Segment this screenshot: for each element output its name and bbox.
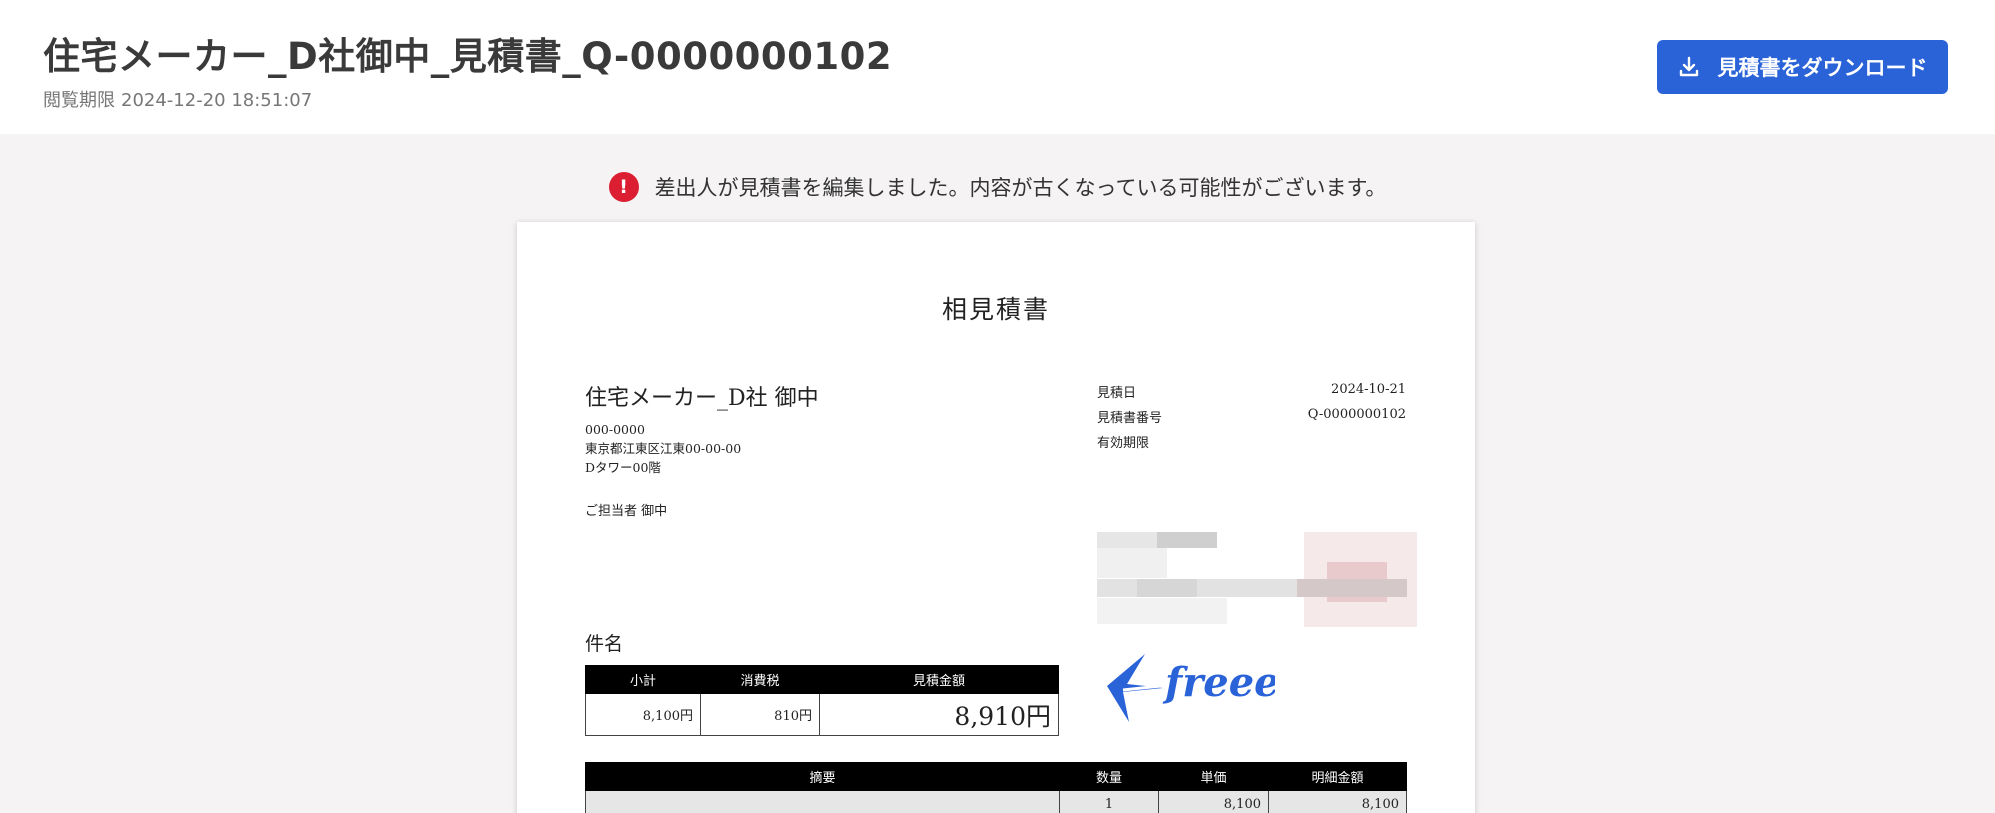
edit-notice-text: 差出人が見積書を編集しました。内容が古くなっている可能性がございます。 (654, 176, 1387, 200)
items-header: 摘要 (585, 762, 1060, 791)
tax-value: 810円 (700, 693, 820, 736)
item-unit-price: 8,100 (1158, 790, 1269, 813)
meta-number-label: 見積書番号 (1097, 411, 1163, 426)
items-table: 摘要 数量 単価 明細金額 1 8,100 8,100 (585, 762, 1407, 813)
meta-valid-label: 有効期限 (1097, 436, 1150, 451)
summary-header: 小計 (585, 665, 701, 694)
recipient-name: 住宅メーカー_D社 御中 (585, 386, 819, 411)
meta-date-row: 見積日 2024-10-21 (1097, 382, 1406, 407)
items-header: 数量 (1059, 762, 1159, 791)
subtotal-value: 8,100円 (585, 693, 701, 736)
recipient-address-2: Dタワー00階 (585, 460, 661, 475)
recipient-address-1: 東京都江東区江東00-00-00 (585, 441, 742, 456)
subject-label: 件名 (585, 633, 624, 655)
expiry-value: 2024-12-20 18:51:07 (121, 90, 313, 111)
sender-info-blurred (1097, 532, 1417, 627)
page-title: 住宅メーカー_D社御中_見積書_Q-0000000102 (43, 35, 893, 78)
summary-header: 消費税 (700, 665, 820, 694)
edit-notice: ! 差出人が見積書を編集しました。内容が古くなっている可能性がございます。 (0, 172, 1995, 202)
download-button[interactable]: 見積書をダウンロード (1657, 40, 1948, 94)
recipient-contact: ご担当者 御中 (585, 504, 668, 519)
table-row: 1 8,100 8,100 (585, 790, 1407, 813)
summary-table: 小計 消費税 見積金額 8,100円 810円 8,910円 (585, 665, 1059, 736)
recipient-block: 住宅メーカー_D社 御中 000-0000 東京都江東区江東00-00-00 D… (585, 380, 819, 519)
summary-header: 見積金額 (819, 665, 1059, 694)
quote-document: 相見積書 住宅メーカー_D社 御中 000-0000 東京都江東区江東00-00… (517, 222, 1475, 813)
expiry-label: 閲覧期限 (43, 90, 115, 111)
quote-meta: 見積日 2024-10-21 見積書番号 Q-0000000102 有効期限 (1097, 382, 1406, 457)
meta-date-label: 見積日 (1097, 386, 1137, 401)
header-bar: 住宅メーカー_D社御中_見積書_Q-0000000102 閲覧期限 2024-12… (0, 0, 1995, 134)
total-value: 8,910円 (819, 693, 1059, 736)
item-amount: 8,100 (1268, 790, 1407, 813)
alert-icon: ! (608, 172, 639, 202)
freee-logo-text: freee (1162, 659, 1275, 706)
freee-logo-icon: freee (1107, 654, 1280, 722)
items-header: 明細金額 (1268, 762, 1407, 791)
recipient-postal: 000-0000 (585, 422, 645, 437)
meta-number-value: Q-0000000102 (1307, 407, 1406, 422)
meta-number-row: 見積書番号 Q-0000000102 (1097, 407, 1406, 432)
meta-date-value: 2024-10-21 (1331, 382, 1406, 397)
item-quantity: 1 (1059, 790, 1159, 813)
document-title: 相見積書 (941, 295, 1050, 324)
download-icon (1679, 56, 1698, 77)
freee-logo: freee (1105, 654, 1280, 728)
items-header: 単価 (1158, 762, 1269, 791)
expiry-info: 閲覧期限 2024-12-20 18:51:07 (43, 86, 312, 112)
download-button-label: 見積書をダウンロード (1717, 56, 1928, 80)
item-description (585, 790, 1060, 813)
meta-valid-row: 有効期限 (1097, 432, 1406, 457)
